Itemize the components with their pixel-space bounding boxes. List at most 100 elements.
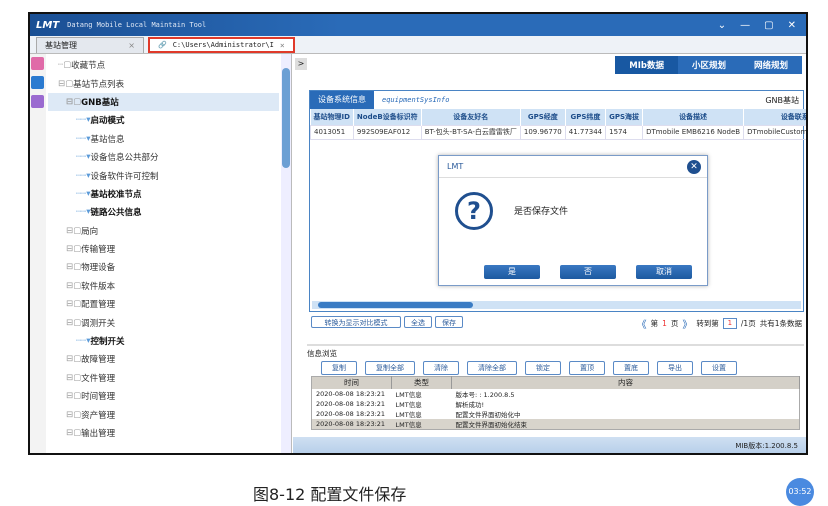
tree-item[interactable]: ⊟▢ 调测开关 <box>48 313 279 331</box>
tab-mib-data[interactable]: MIb数据 <box>615 56 678 74</box>
info-button[interactable]: 置底 <box>613 361 649 375</box>
no-button[interactable]: 否 <box>560 265 616 279</box>
dropdown-button[interactable]: ⌄ <box>718 20 726 31</box>
tab-cell-planning[interactable]: 小区规划 <box>677 56 740 74</box>
log-row[interactable]: 2020-08-08 18:23:21 LMT信息 解析成功! <box>312 399 800 409</box>
log-row[interactable]: 2020-08-08 18:23:21 LMT信息 配置文件界面初始化结束 <box>311 418 800 429</box>
tree-item[interactable]: ┈┈▾ 基站信息 <box>48 130 279 148</box>
tree-item-label: 物理设备 <box>81 263 116 274</box>
tree-item[interactable]: ┈┈▾ 链路公共信息 <box>48 203 279 221</box>
column-header[interactable]: GPS经度 <box>520 109 566 125</box>
close-icon[interactable]: × <box>128 41 135 50</box>
tree-item[interactable]: ┈┈▾ 控制开关 <box>48 332 279 350</box>
horizontal-scrollbar[interactable] <box>312 301 801 309</box>
column-header[interactable]: 设备友好名 <box>421 109 521 125</box>
tree-item-label: 启动模式 <box>90 116 125 127</box>
tab-station-management[interactable]: 基站管理 × <box>36 37 144 53</box>
table-cell[interactable]: DTmobileCustomerServiceCe <box>743 124 806 140</box>
tree-node-icon: ┈┈▾ <box>76 170 91 181</box>
tree-item[interactable]: ⊟▢ 资产管理 <box>48 405 279 423</box>
column-header[interactable]: GPS纬度 <box>565 109 607 125</box>
column-header[interactable]: 基站物理ID <box>310 109 354 125</box>
info-button[interactable]: 导出 <box>657 361 693 375</box>
scroll-thumb[interactable] <box>282 68 290 168</box>
tree-item-label: 传输管理 <box>81 245 116 256</box>
tree-item[interactable]: ⊟▢ 输出管理 <box>48 424 279 442</box>
tab-config-file[interactable]: 🔗 C:\Users\Administrator\I × <box>148 37 295 53</box>
close-button[interactable]: ✕ <box>788 20 796 31</box>
info-button[interactable]: 复制全部 <box>365 361 415 375</box>
tree-item[interactable]: ⊟▢ 时间管理 <box>48 387 279 405</box>
tree-node-icon: ⊟▢ <box>66 225 82 236</box>
tree-item[interactable]: ⊟▢ 物理设备 <box>48 258 279 276</box>
table-cell[interactable]: 1574 <box>605 124 644 140</box>
tree-scrollbar[interactable] <box>281 54 291 453</box>
tree-item[interactable]: ⊟▢ GNB基站 <box>48 92 279 112</box>
tree-item-label: 设备软件许可控制 <box>90 171 159 182</box>
tree-item[interactable]: ⊟▢ 配置管理 <box>48 295 279 313</box>
expand-button[interactable]: > <box>295 58 307 70</box>
tree-item[interactable]: ┈▢ 收藏节点 <box>48 56 279 74</box>
tab-network-planning[interactable]: 网络规划 <box>739 56 802 74</box>
maximize-button[interactable]: ▢ <box>764 20 773 31</box>
column-header: 时间 <box>311 376 392 389</box>
column-header[interactable]: NodeB设备标识符 <box>353 109 422 125</box>
goto-page-input[interactable]: 1 <box>722 318 737 329</box>
log-cell: 2020-08-08 18:23:21 <box>316 399 386 408</box>
tree-item[interactable]: ⊟▢ 传输管理 <box>48 240 279 258</box>
tree-node-icon: ┈┈▾ <box>76 115 91 126</box>
close-icon[interactable]: ✕ <box>687 159 701 174</box>
tree-item-label: 基站信息 <box>90 134 125 145</box>
info-button[interactable]: 锁定 <box>525 361 561 375</box>
tree-item[interactable]: ⊟▢ 基站节点列表 <box>48 74 279 92</box>
node-icon[interactable] <box>31 95 44 108</box>
table-cell[interactable]: 109.96770 <box>519 124 566 140</box>
dialog-title: LMT <box>447 162 464 171</box>
log-row[interactable]: 2020-08-08 18:23:21 LMT信息 配置文件界面初始化中 <box>312 409 800 419</box>
log-cell: 2020-08-08 18:23:21 <box>316 409 386 418</box>
table-cell[interactable]: 4013051 <box>310 124 354 140</box>
info-button[interactable]: 复制 <box>321 361 357 375</box>
tree-item[interactable]: ⊟▢ 局向 <box>48 222 279 240</box>
tree-item-label: 文件管理 <box>81 373 116 384</box>
column-header[interactable]: GPS海拔 <box>605 109 644 125</box>
column-header[interactable]: 设备联系人 <box>743 109 806 125</box>
tab-label: 基站管理 <box>45 41 77 50</box>
yes-button[interactable]: 是 <box>484 265 540 279</box>
tree-item-label: 故障管理 <box>81 355 116 366</box>
tree-item[interactable]: ┈┈▾ 启动模式 <box>48 111 279 129</box>
tree-item-label: 链路公共信息 <box>90 208 142 219</box>
table-cell[interactable]: BT-包头-BT-SA-白云霞雷铁厂 <box>420 124 521 140</box>
next-page-button[interactable]: 》 <box>682 316 692 331</box>
tree-item[interactable]: ⊟▢ 文件管理 <box>48 369 279 387</box>
toggle-compare-mode-button[interactable]: 转换为显示对比模式 <box>311 316 401 328</box>
minimize-button[interactable]: — <box>740 20 750 31</box>
select-all-button[interactable]: 全选 <box>404 316 432 328</box>
favorites-icon[interactable] <box>31 57 44 70</box>
prev-page-button[interactable]: 《 <box>637 316 647 331</box>
scroll-thumb[interactable] <box>318 302 473 308</box>
info-button[interactable]: 置顶 <box>569 361 605 375</box>
save-button[interactable]: 保存 <box>435 316 463 328</box>
table-row[interactable]: 4013051 992S09EAF012 BT-包头-BT-SA-白云霞雷铁厂 109… <box>310 124 806 140</box>
info-button[interactable]: 设置 <box>701 361 737 375</box>
table-cell[interactable]: DTmobile EMB6216 NodeB <box>642 124 745 140</box>
cancel-button[interactable]: 取消 <box>636 265 692 279</box>
info-button[interactable]: 清除 <box>423 361 459 375</box>
search-icon[interactable] <box>31 76 44 89</box>
tree-item[interactable]: ┈┈▾ 设备信息公共部分 <box>48 148 279 166</box>
tree-item[interactable]: ┈┈▾ 设备软件许可控制 <box>48 166 279 184</box>
save-confirm-dialog: LMT ✕ ? 是否保存文件 是 否 取消 <box>438 155 708 286</box>
info-button[interactable]: 清除全部 <box>467 361 517 375</box>
question-icon: ? <box>455 192 493 230</box>
panel-title: 设备系统信息 <box>310 91 374 109</box>
table-cell[interactable]: 41.77344 <box>564 124 607 140</box>
total-pages: /1页 <box>740 319 756 328</box>
table-cell[interactable]: 992S09EAF012 <box>352 124 422 140</box>
column-header[interactable]: 设备描述 <box>642 109 745 125</box>
log-row[interactable]: 2020-08-08 18:23:21 LMT信息 版本号: : 1.200.8.5 <box>312 389 800 399</box>
tree-item[interactable]: ⊟▢ 软件版本 <box>48 277 279 295</box>
tree-item[interactable]: ┈┈▾ 基站校准节点 <box>48 185 279 203</box>
close-icon[interactable]: × <box>280 41 285 50</box>
tree-item[interactable]: ⊟▢ 故障管理 <box>48 350 279 368</box>
